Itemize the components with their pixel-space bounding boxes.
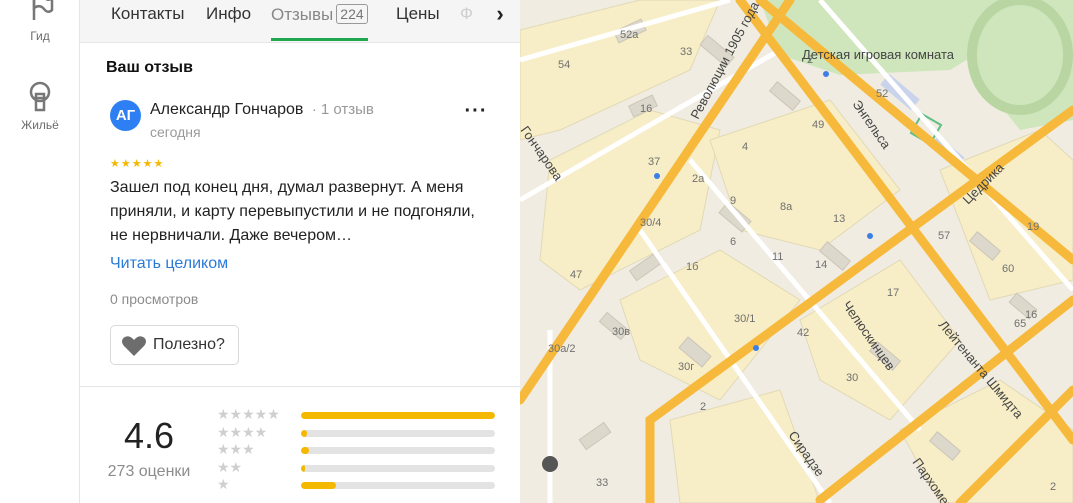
house-number: 30в <box>612 326 630 338</box>
rating-bar-row: ★★★ <box>217 441 497 457</box>
house-number: 16 <box>1025 309 1037 321</box>
rating-bar-fill <box>301 447 309 454</box>
rail-housing[interactable]: Жильё <box>0 80 80 132</box>
rating-bar-fill <box>301 430 307 437</box>
divider <box>80 386 520 387</box>
author-name[interactable]: Александр Гончаров <box>150 101 303 118</box>
house-number: 52 <box>876 88 888 100</box>
read-more-link[interactable]: Читать целиком <box>110 255 228 273</box>
house-number: 52а <box>620 29 639 41</box>
rating-bar-fill <box>301 482 336 489</box>
poi-kids-room: Детская игровая комната <box>802 47 955 62</box>
transit-stop-icon <box>823 71 829 77</box>
more-options-icon[interactable]: ··· <box>461 101 491 128</box>
left-rail: Гид Жильё <box>0 0 80 503</box>
house-number: 4 <box>742 141 748 153</box>
house-number: 2 <box>1050 481 1056 493</box>
tab-reviews[interactable]: Отзывы 224 <box>271 4 368 41</box>
chevron-right-icon[interactable]: › <box>485 2 515 30</box>
house-number: 14 <box>815 259 827 271</box>
house-number: 49 <box>812 119 824 131</box>
useful-button[interactable]: Полезно? <box>110 325 239 365</box>
house-number: 47 <box>570 269 582 281</box>
transit-stop-icon <box>654 173 660 179</box>
map-canvas[interactable]: Революции 1905 года Энгельса Цедрика Лей… <box>520 0 1073 503</box>
review-author[interactable]: Александр Гончаров · 1 отзыв <box>150 101 374 119</box>
house-number: 33 <box>680 46 692 58</box>
house-number: 6 <box>730 236 736 248</box>
flag-icon <box>32 0 54 20</box>
map[interactable]: Революции 1905 года Энгельса Цедрика Лей… <box>520 0 1073 503</box>
review-text: Зашел под конец дня, думал развернут. А … <box>110 179 475 244</box>
rating-bar-row: ★★ <box>217 459 497 475</box>
house-number: 2 <box>700 401 706 413</box>
reviews-count-badge: 224 <box>336 4 368 24</box>
house-number: 13 <box>833 213 845 225</box>
rating-bar-stars: ★★★★ <box>217 424 268 440</box>
house-number: 57 <box>938 230 950 242</box>
rating-count: 273 оценки <box>107 463 191 480</box>
house-number: 2а <box>692 173 705 185</box>
section-title: Ваш отзыв <box>106 59 193 76</box>
house-number: 60 <box>1002 263 1014 275</box>
rail-housing-label: Жильё <box>21 118 59 132</box>
house-number: 30г <box>678 361 694 373</box>
house-number: 9 <box>730 195 736 207</box>
house-number: 16 <box>640 103 652 115</box>
house-number: 30 <box>846 372 858 384</box>
rating-bar-track <box>301 447 495 454</box>
tab-contacts[interactable]: Контакты <box>111 4 184 40</box>
rating-bar-track <box>301 412 495 419</box>
tab-bar: Контакты Инфо Отзывы 224 Цены Ф › <box>80 0 520 43</box>
useful-label: Полезно? <box>153 336 225 353</box>
transit-stop-icon <box>753 345 759 351</box>
house-icon <box>29 81 51 112</box>
rating-bar-stars: ★ <box>217 476 230 492</box>
rail-guide[interactable]: Гид <box>0 0 80 43</box>
map-marker-icon <box>542 456 558 472</box>
heart-icon <box>122 336 146 356</box>
rating-bar-fill <box>301 465 305 472</box>
rating-bar-track <box>301 465 495 472</box>
house-number: 1б <box>686 261 698 273</box>
review-stars: ★★★★★ <box>110 158 165 170</box>
tab-photos[interactable]: Ф <box>460 4 473 40</box>
rating-bar-stars: ★★★ <box>217 441 255 457</box>
rating-bar-stars: ★★ <box>217 459 243 475</box>
house-number: 30/1 <box>734 313 755 325</box>
org-panel: Контакты Инфо Отзывы 224 Цены Ф › Ваш отз… <box>80 0 520 503</box>
house-number: 17 <box>887 287 899 299</box>
transit-stop-icon <box>867 233 873 239</box>
rating-bar-track <box>301 482 495 489</box>
house-number: 11 <box>772 251 783 263</box>
house-number: 30/4 <box>640 217 661 229</box>
house-number: 42 <box>797 327 809 339</box>
rating-bar-track <box>301 430 495 437</box>
house-number: 2 <box>807 54 813 66</box>
house-number: 8а <box>780 201 793 213</box>
house-number: 37 <box>648 156 660 168</box>
rating-bar-row: ★ <box>217 476 497 492</box>
rating-bar-row: ★★★★★ <box>217 406 497 422</box>
rating-value: 4.6 <box>123 415 175 456</box>
review-date: сегодня <box>150 124 201 140</box>
author-review-count: 1 отзыв <box>320 101 374 118</box>
rail-guide-label: Гид <box>30 29 50 43</box>
rating-bar-stars: ★★★★★ <box>217 406 280 422</box>
house-number: 33 <box>596 477 608 489</box>
tab-info[interactable]: Инфо <box>206 4 251 40</box>
views-count: 0 просмотров <box>110 291 199 307</box>
house-number: 30а/2 <box>548 343 576 355</box>
avatar[interactable]: АГ <box>110 100 141 131</box>
tab-prices[interactable]: Цены <box>396 4 440 40</box>
house-number: 19 <box>1027 221 1039 233</box>
house-number: 54 <box>558 59 570 71</box>
rating-bar-row: ★★★★ <box>217 424 497 440</box>
house-number: 65 <box>1014 318 1026 330</box>
rating-bar-fill <box>301 412 495 419</box>
